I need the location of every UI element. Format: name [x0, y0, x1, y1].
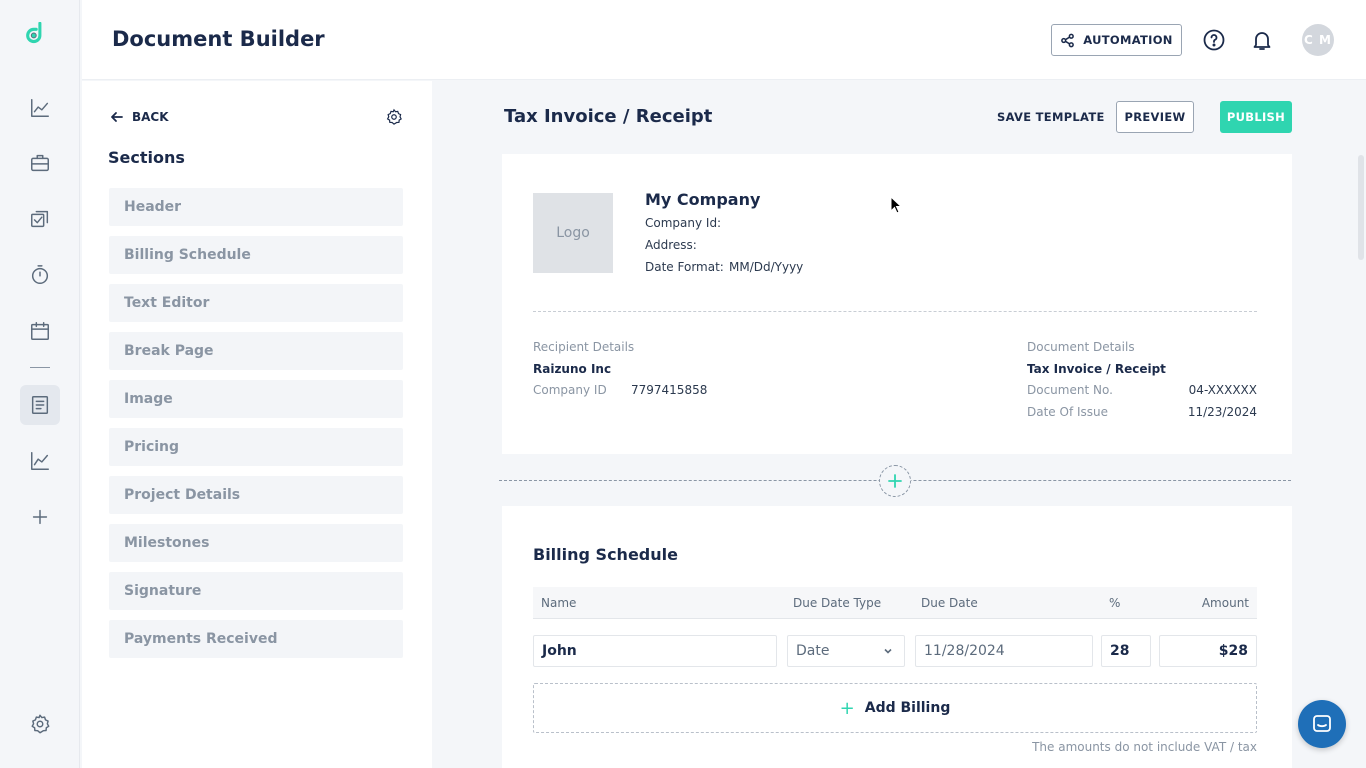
help-icon[interactable]: [1202, 28, 1226, 52]
add-billing-label: Add Billing: [864, 700, 951, 716]
preview-button[interactable]: PREVIEW: [1116, 101, 1194, 133]
column-due-date: Due Date: [921, 596, 978, 610]
section-item-milestones[interactable]: Milestones: [109, 524, 403, 562]
section-item-text-editor[interactable]: Text Editor: [109, 284, 403, 322]
company-id-label: Company Id:: [645, 216, 722, 230]
logo-icon[interactable]: [24, 21, 56, 58]
section-item-break-page[interactable]: Break Page: [109, 332, 403, 370]
add-section-button[interactable]: [879, 465, 911, 497]
section-item-signature[interactable]: Signature: [109, 572, 403, 610]
briefcase-icon[interactable]: [20, 143, 60, 183]
column-percent: %: [1109, 596, 1121, 610]
automation-button[interactable]: AUTOMATION: [1051, 24, 1182, 56]
analytics-icon[interactable]: [20, 88, 60, 128]
save-template-button[interactable]: SAVE TEMPLATE: [997, 110, 1105, 124]
date-of-issue-label: Date Of Issue: [1027, 405, 1109, 419]
percent-input[interactable]: 28: [1101, 635, 1151, 667]
settings-icon[interactable]: [20, 704, 60, 744]
column-name: Name: [541, 596, 577, 610]
reports-icon[interactable]: [20, 441, 60, 481]
plus-icon: [888, 474, 902, 488]
recipient-heading: Recipient Details: [533, 340, 635, 354]
section-item-header[interactable]: Header: [109, 188, 403, 226]
plus-icon: +: [839, 697, 855, 719]
back-button[interactable]: BACK: [110, 110, 169, 124]
due-date-type-select[interactable]: Date: [787, 635, 905, 667]
vat-note: The amounts do not include VAT / tax: [1032, 740, 1257, 754]
sections-panel: BACK Sections Header Billing Schedule Te…: [82, 81, 432, 768]
calendar-icon[interactable]: [20, 311, 60, 351]
billing-name-input[interactable]: John: [533, 635, 777, 667]
left-rail: [0, 0, 80, 768]
billing-schedule-card[interactable]: Billing Schedule Name Due Date Type Due …: [502, 506, 1292, 768]
rail-divider: [30, 367, 50, 368]
chat-launcher-button[interactable]: [1298, 700, 1346, 748]
tasks-icon[interactable]: [20, 199, 60, 239]
document-no-label: Document No.: [1027, 383, 1113, 397]
top-bar: Document Builder AUTOMATION C M: [82, 0, 1366, 80]
column-due-date-type: Due Date Type: [793, 596, 882, 610]
timer-icon[interactable]: [20, 255, 60, 295]
recipient-company-id-value: 7797415858: [631, 383, 708, 397]
document-no-value: 04-XXXXXX: [1188, 383, 1257, 397]
arrow-left-icon: [111, 112, 123, 122]
section-item-image[interactable]: Image: [109, 380, 403, 418]
mouse-cursor-icon: [890, 196, 902, 214]
company-logo-placeholder[interactable]: Logo: [533, 193, 613, 273]
recipient-name: Raizuno Inc: [533, 362, 612, 376]
publish-button[interactable]: PUBLISH: [1220, 101, 1292, 133]
billing-table-header: Name Due Date Type Due Date % Amount: [533, 587, 1257, 619]
section-item-pricing[interactable]: Pricing: [109, 428, 403, 466]
section-list: Header Billing Schedule Text Editor Brea…: [109, 188, 403, 668]
date-format-label: Date Format:: [645, 260, 724, 274]
date-format-value: MM/Dd/Yyyy: [729, 260, 804, 274]
sections-title: Sections: [108, 148, 185, 167]
editor-area: Tax Invoice / Receipt SAVE TEMPLATE PREV…: [432, 81, 1366, 768]
add-billing-button[interactable]: + Add Billing: [533, 683, 1257, 733]
amount-input[interactable]: $28: [1159, 635, 1257, 667]
share-icon: [1061, 33, 1075, 47]
automation-label: AUTOMATION: [1083, 33, 1173, 47]
company-name: My Company: [645, 190, 761, 209]
scrollbar[interactable]: [1358, 155, 1364, 260]
document-title: Tax Invoice / Receipt: [504, 106, 713, 127]
plus-icon[interactable]: [20, 497, 60, 537]
document-details-heading: Document Details: [1027, 340, 1135, 354]
document-details-name: Tax Invoice / Receipt: [1027, 362, 1166, 376]
recipient-company-id-label: Company ID: [533, 383, 607, 397]
address-label: Address:: [645, 238, 697, 252]
back-label: BACK: [132, 110, 169, 124]
document-icon[interactable]: [20, 385, 60, 425]
gear-icon[interactable]: [385, 108, 403, 126]
section-item-billing-schedule[interactable]: Billing Schedule: [109, 236, 403, 274]
section-item-project-details[interactable]: Project Details: [109, 476, 403, 514]
header-divider: [533, 311, 1257, 312]
due-date-input[interactable]: 11/28/2024: [915, 635, 1093, 667]
due-date-type-value: Date: [796, 643, 830, 659]
column-amount: Amount: [1201, 596, 1249, 610]
date-of-issue-value: 11/23/2024: [1187, 405, 1257, 419]
bell-icon[interactable]: [1250, 28, 1274, 52]
avatar[interactable]: C M: [1302, 24, 1334, 56]
section-item-payments-received[interactable]: Payments Received: [109, 620, 403, 658]
billing-title: Billing Schedule: [533, 545, 678, 564]
chat-icon: [1313, 715, 1331, 732]
page-title: Document Builder: [112, 27, 325, 51]
chevron-down-icon: [884, 648, 892, 654]
